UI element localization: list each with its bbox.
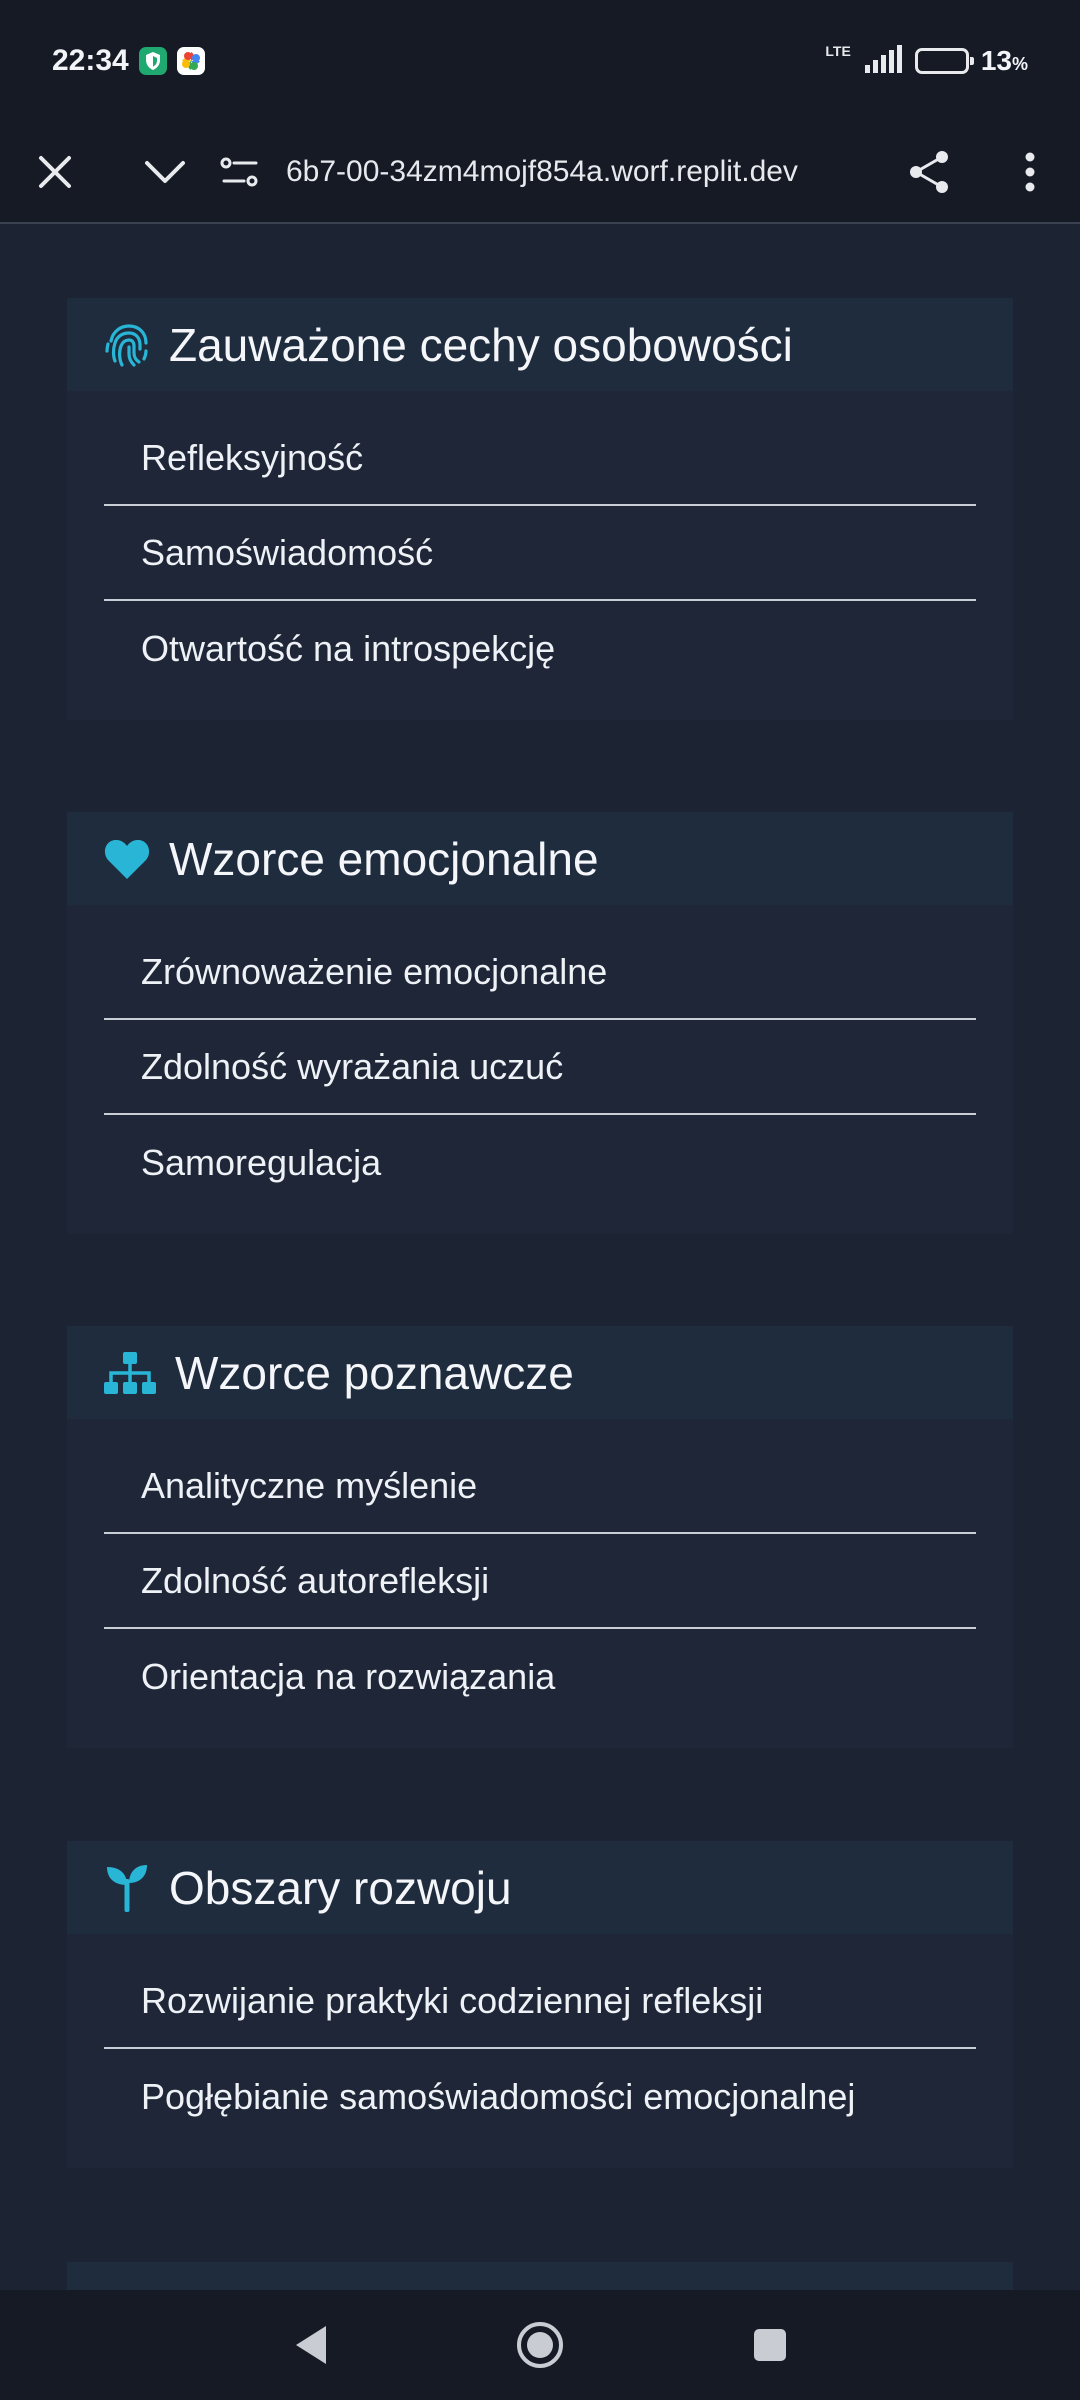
list-item: Pogłębianie samoświadomości emocjonalnej <box>141 2075 856 2117</box>
close-icon <box>39 156 71 188</box>
back-button[interactable] <box>280 2315 340 2375</box>
url-text: 6b7-00-34zm4mojf854a.worf.replit.dev <box>286 155 798 188</box>
back-triangle-icon <box>296 2326 326 2364</box>
emotional-patterns-card: Wzorce emocjonalne Zrównoważenie emocjon… <box>67 812 1013 1234</box>
seedling-icon <box>103 1864 151 1912</box>
url-bar[interactable]: 6b7-00-34zm4mojf854a.worf.replit.dev <box>220 121 880 223</box>
list-item: Otwartość na introspekcję <box>141 627 556 669</box>
cognitive-patterns-card: Wzorce poznawcze Analityczne myślenie Zd… <box>67 1326 1013 1748</box>
list-item: Zdolność wyrażania uczuć <box>104 1020 976 1115</box>
battery-percent: 13% <box>980 45 1028 76</box>
page-content[interactable]: Zauważone cechy osobowości Refleksyjność… <box>0 226 1080 2290</box>
list-item: Refleksyjność <box>104 411 976 506</box>
card-header: Wzorce emocjonalne <box>67 812 1013 905</box>
browser-toolbar: 6b7-00-34zm4mojf854a.worf.replit.dev <box>0 122 1080 224</box>
menu-button[interactable] <box>980 121 1080 223</box>
close-tab-button[interactable] <box>0 121 110 223</box>
cognitive-list: Analityczne myślenie Zdolność autoreflek… <box>67 1419 1013 1748</box>
list-item: Samoświadomość <box>104 506 976 601</box>
list-item: Zrównoważenie emocjonalne <box>104 925 976 1020</box>
minimize-button[interactable] <box>110 121 220 223</box>
share-button[interactable] <box>880 121 980 223</box>
network-type: LTE <box>825 43 851 59</box>
photos-app-icon <box>176 47 205 75</box>
site-settings-icon[interactable] <box>220 155 280 189</box>
chevron-down-icon <box>145 161 185 183</box>
list-item: Rozwijanie praktyki codziennej refleksji <box>104 1954 976 2049</box>
status-bar: 22:34 LTE 13% <box>0 0 1080 122</box>
trait-list: Refleksyjność Samoświadomość Otwartość n… <box>67 391 1013 720</box>
card-title: Obszary rozwoju <box>169 1861 512 1914</box>
vpn-shield-icon <box>138 47 167 75</box>
signal-icon <box>863 44 903 78</box>
home-circle-icon <box>517 2322 563 2368</box>
growth-list: Rozwijanie praktyki codziennej refleksji… <box>67 1934 1013 2168</box>
more-vertical-icon <box>1025 152 1035 192</box>
status-time: 22:34 <box>52 44 129 77</box>
card-header: Zauważone cechy osobowości <box>67 298 1013 391</box>
card-title: Zauważone cechy osobowości <box>169 318 793 371</box>
share-icon <box>910 151 948 193</box>
sitemap-icon <box>103 1349 157 1397</box>
system-nav-bar <box>0 2290 1080 2400</box>
list-item: Orientacja na rozwiązania <box>141 1655 556 1697</box>
heart-icon <box>103 835 151 883</box>
card-header: Obszary rozwoju <box>67 1841 1013 1934</box>
battery-icon <box>914 48 974 74</box>
next-card-partial <box>67 2262 1013 2290</box>
fingerprint-icon <box>103 321 151 369</box>
growth-areas-card: Obszary rozwoju Rozwijanie praktyki codz… <box>67 1841 1013 2168</box>
card-header <box>67 2262 1013 2290</box>
list-item: Samoregulacja <box>141 1141 382 1183</box>
personality-traits-card: Zauważone cechy osobowości Refleksyjność… <box>67 298 1013 720</box>
list-item: Analityczne myślenie <box>104 1439 976 1534</box>
recents-square-icon <box>754 2329 786 2361</box>
card-header: Wzorce poznawcze <box>67 1326 1013 1419</box>
card-title: Wzorce poznawcze <box>175 1346 574 1399</box>
recents-button[interactable] <box>740 2315 800 2375</box>
card-title: Wzorce emocjonalne <box>169 832 599 885</box>
list-item: Zdolność autorefleksji <box>104 1534 976 1629</box>
emotion-list: Zrównoważenie emocjonalne Zdolność wyraż… <box>67 905 1013 1234</box>
home-button[interactable] <box>510 2315 570 2375</box>
